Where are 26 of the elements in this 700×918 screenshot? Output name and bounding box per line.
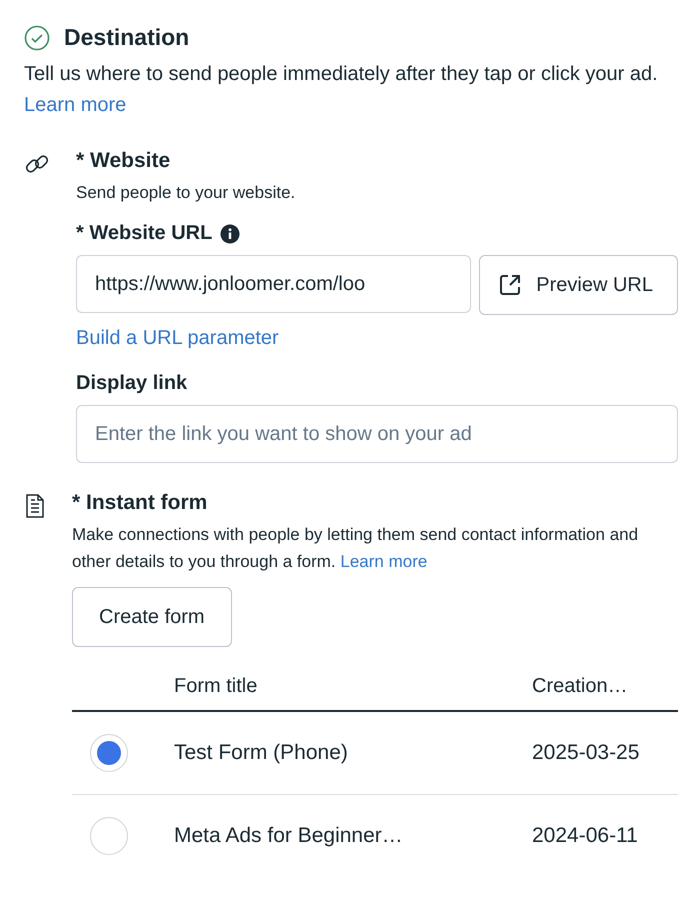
option-title: * Instant form [72, 491, 208, 515]
display-link-field[interactable]: Enter the link you want to show on your ad [76, 405, 678, 463]
learn-more-link[interactable]: Learn more [340, 552, 428, 571]
option-subtitle: Send people to your website. [76, 182, 296, 204]
external-link-icon [498, 273, 522, 297]
field-label: * Website URL [76, 222, 212, 245]
section-title: Destination [64, 24, 190, 51]
radio-button[interactable] [90, 817, 128, 855]
column-header: Form title [174, 675, 258, 698]
document-icon [24, 493, 46, 519]
create-form-button[interactable]: Create form [72, 587, 232, 647]
table-cell-text: 2024-06-11 [532, 824, 639, 848]
preview-url-button[interactable]: Preview URL [479, 255, 678, 315]
section-description: Tell us where to send people immediately after they tap or click your ad. Learn more [24, 62, 659, 118]
learn-more-link[interactable]: Learn more [24, 94, 126, 116]
radio-button[interactable] [90, 734, 128, 772]
info-icon [220, 224, 240, 244]
option-description: Make connections with people by letting them send contact information and other details to you through a form. Learn more [72, 524, 640, 573]
url-parameter-link[interactable]: Build a URL parameter [76, 327, 279, 350]
field-label: Display link [76, 372, 188, 395]
table-cell-text: Meta Ads for Beginner… [174, 824, 404, 848]
url-input-field[interactable]: https://www.jonloomer.com/loo [76, 255, 472, 313]
table-cell-text: 2025-03-25 [532, 741, 640, 765]
option-title: * Website [76, 149, 172, 173]
column-header: Creation… [532, 675, 629, 698]
table-cell-text: Test Form (Phone) [174, 741, 349, 765]
